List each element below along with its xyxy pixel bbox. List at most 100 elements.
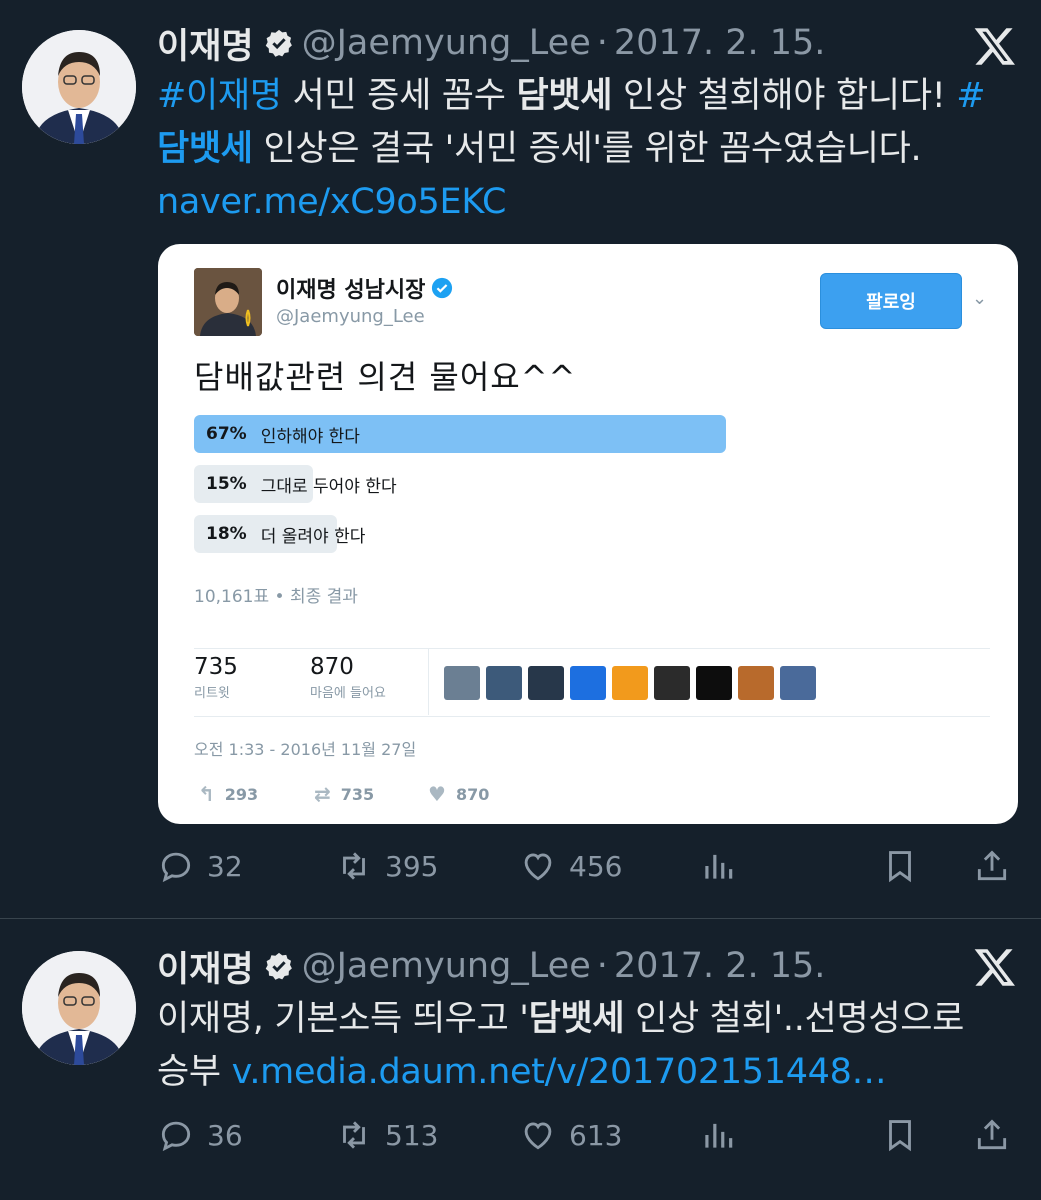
body-text-segment: 서민 증세 꼼수 — [281, 76, 517, 116]
tweet-link[interactable]: # — [956, 76, 985, 116]
tweet-link[interactable]: v.media.daum.net/v/201702151448… — [232, 1052, 887, 1092]
retweet-icon — [343, 852, 365, 880]
reply-button[interactable]: 36 — [157, 1111, 243, 1159]
like-button[interactable]: 613 — [519, 1111, 622, 1159]
tweet-date[interactable]: 2017. 2. 15. — [614, 946, 826, 986]
poll-option: 67% 인하해야 한다 — [194, 415, 834, 453]
reply-arrow-icon: ↰ — [198, 782, 215, 806]
embedded-name-text: 이재명 성남시장 — [276, 278, 426, 303]
tweet-link[interactable]: naver.me/xC9o5EKC — [157, 182, 507, 222]
embedded-likes-label: 마음에 들어요 — [310, 686, 386, 701]
reply-icon — [161, 1121, 191, 1152]
views-button[interactable] — [699, 1111, 749, 1159]
hashtag-link[interactable]: 담뱃세 — [157, 129, 253, 169]
separator-dot: · — [596, 23, 608, 63]
author-name[interactable]: 이재명 — [157, 941, 254, 992]
poll-option-label: 인하해야 한다 — [260, 426, 360, 447]
bold-text: 담뱃세 — [516, 76, 613, 116]
poll-label: 67% 인하해야 한다 — [206, 415, 360, 453]
bookmark-button[interactable] — [881, 842, 931, 890]
share-button[interactable] — [973, 1111, 1023, 1159]
embedded-timestamp: 오전 1:33 - 2016년 11월 27일 — [194, 740, 417, 759]
bar-chart-icon — [705, 854, 733, 879]
share-button[interactable] — [973, 842, 1023, 890]
tweet-actions: 32 395 456 — [157, 842, 1017, 890]
bookmark-icon — [889, 851, 911, 883]
liker-avatar — [612, 666, 648, 700]
embedded-tweet-image[interactable]: 이재명 성남시장 @Jaemyung_Lee 팔로잉 ⌄ 담배값관련 의견 물어… — [158, 244, 1018, 824]
body-text-segment: 이재명, 기본소득 띄우고 ' — [157, 999, 529, 1039]
bookmark-button[interactable] — [881, 1111, 931, 1159]
stat-separator — [428, 649, 429, 715]
like-count: 613 — [569, 1118, 623, 1152]
reply-button[interactable]: 32 — [157, 842, 243, 890]
embedded-reply: ↰ 293 — [198, 782, 258, 806]
body-text-segment: 인상은 결국 '서민 증세'를 위한 꼼수였습니다. — [252, 129, 922, 169]
heart-icon: ♥ — [428, 782, 446, 806]
liker-avatars — [444, 666, 816, 700]
tweet-body: 이재명, 기본소득 띄우고 '담뱃세 인상 철회'..선명성으로 승부 v.med… — [157, 993, 1001, 1099]
poll-option-label: 더 올려야 한다 — [260, 526, 366, 547]
poll-meta: 10,161표 • 최종 결과 — [194, 587, 358, 607]
retweet-button[interactable]: 395 — [335, 842, 438, 890]
heart-icon — [524, 1122, 552, 1150]
tweet-body: #이재명 서민 증세 꼼수 담뱃세 인상 철회해야 합니다! # 담뱃세 인상은 … — [157, 70, 1001, 229]
tweet-2[interactable]: 이재명 @Jaemyung_Lee · 2017. 2. 15. 이재명, 기본… — [0, 919, 1041, 1200]
body-text-segment: 승부 — [157, 1052, 232, 1092]
poll-percent: 67% — [206, 424, 247, 444]
tweet-date[interactable]: 2017. 2. 15. — [614, 23, 826, 63]
embedded-retweet-count: 735 — [340, 784, 375, 804]
views-button[interactable] — [699, 842, 749, 890]
body-text-segment: 인상 철회'..선명성으로 — [624, 999, 965, 1039]
author-handle[interactable]: @Jaemyung_Lee — [302, 946, 591, 986]
liker-avatar — [528, 666, 564, 700]
retweet-button[interactable]: 513 — [335, 1111, 438, 1159]
retweet-icon — [343, 1121, 365, 1149]
body-text-segment: 인상 철회해야 합니다! — [612, 76, 957, 116]
reply-count: 36 — [207, 1118, 243, 1152]
tweet-link[interactable]: #이재명 — [157, 76, 282, 116]
like-button[interactable]: 456 — [519, 842, 622, 890]
author-handle[interactable]: @Jaemyung_Lee — [302, 23, 591, 63]
chevron-down-icon: ⌄ — [972, 288, 988, 309]
retweet-count: 395 — [385, 849, 439, 883]
x-logo-icon — [974, 28, 1015, 65]
like-count: 456 — [569, 849, 623, 883]
liker-avatar — [696, 666, 732, 700]
liker-avatar — [738, 666, 774, 700]
poll-option: 18% 더 올려야 한다 — [194, 515, 834, 553]
author-name[interactable]: 이재명 — [157, 18, 254, 69]
embedded-retweet: ⇄ 735 — [314, 782, 374, 806]
following-button: 팔로잉 — [820, 273, 962, 329]
liker-avatar — [486, 666, 522, 700]
retweet-count: 513 — [385, 1118, 439, 1152]
author-avatar[interactable] — [22, 951, 136, 1065]
liker-avatar — [570, 666, 606, 700]
heart-icon — [524, 853, 552, 881]
poll-percent: 18% — [206, 524, 247, 544]
embedded-like-count: 870 — [455, 784, 490, 804]
tweet-actions: 36 513 613 — [157, 1111, 1017, 1159]
verified-badge-icon — [264, 951, 294, 981]
embedded-like-stat: 870 마음에 들어요 — [310, 654, 386, 701]
poll-percent: 15% — [206, 474, 247, 494]
embedded-handle: @Jaemyung_Lee — [276, 306, 425, 327]
separator-dot: · — [596, 946, 608, 986]
embedded-verified-icon — [432, 277, 453, 299]
poll-label: 15% 그대로 두어야 한다 — [206, 465, 397, 503]
embedded-likes-count: 870 — [310, 654, 354, 680]
reply-count: 32 — [207, 849, 243, 883]
author-avatar[interactable] — [22, 30, 136, 144]
embedded-tweet-text: 담배값관련 의견 물어요^^ — [194, 358, 577, 396]
poll-option-label: 그대로 두어야 한다 — [260, 476, 397, 497]
liker-avatar — [654, 666, 690, 700]
liker-avatar — [780, 666, 816, 700]
embedded-retweet-stat: 735 리트윗 — [194, 654, 238, 701]
liker-avatar — [444, 666, 480, 700]
bookmark-icon — [889, 1120, 911, 1152]
tweet-1[interactable]: 이재명 @Jaemyung_Lee · 2017. 2. 15. #이재명 서민… — [0, 0, 1041, 919]
verified-badge-icon — [264, 28, 294, 58]
x-logo-icon — [974, 949, 1015, 986]
poll-label: 18% 더 올려야 한다 — [206, 515, 365, 553]
retweet-icon: ⇄ — [314, 782, 331, 806]
